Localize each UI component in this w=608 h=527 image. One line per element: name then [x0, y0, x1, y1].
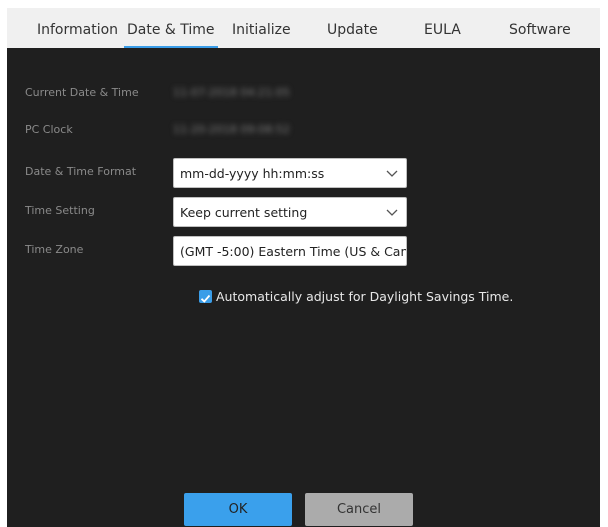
- chevron-down-icon: [386, 170, 398, 177]
- tab-date-time[interactable]: Date & Time: [124, 22, 218, 48]
- chevron-down-icon: [386, 209, 398, 216]
- current-datetime-value: 11-07-2018 04:21:05: [173, 86, 290, 99]
- settings-panel: Information Date & Time Initialize Updat…: [7, 8, 600, 527]
- tab-software[interactable]: Software: [509, 22, 571, 38]
- dst-checkbox-label[interactable]: Automatically adjust for Daylight Saving…: [216, 289, 513, 304]
- time-setting-label: Time Setting: [25, 204, 95, 217]
- datetime-format-select[interactable]: mm-dd-yyyy hh:mm:ss: [173, 158, 407, 188]
- cancel-button[interactable]: Cancel: [305, 493, 413, 526]
- time-setting-select[interactable]: Keep current setting: [173, 197, 407, 227]
- tab-bar: Information Date & Time Initialize Updat…: [7, 8, 600, 48]
- time-zone-value: (GMT -5:00) Eastern Time (US & Canada): [180, 244, 407, 259]
- tab-information[interactable]: Information: [37, 22, 118, 38]
- tab-update[interactable]: Update: [327, 22, 378, 38]
- time-zone-label: Time Zone: [25, 243, 84, 256]
- dst-checkbox[interactable]: [199, 290, 212, 303]
- checkmark-icon: [200, 294, 211, 303]
- tab-initialize[interactable]: Initialize: [232, 22, 291, 38]
- current-datetime-label: Current Date & Time: [25, 86, 139, 99]
- tab-eula[interactable]: EULA: [424, 22, 461, 38]
- datetime-format-label: Date & Time Format: [25, 165, 137, 178]
- pc-clock-label: PC Clock: [25, 123, 73, 136]
- time-setting-value: Keep current setting: [180, 205, 308, 220]
- ok-button[interactable]: OK: [184, 493, 292, 526]
- pc-clock-value: 11-20-2018 09:08:52: [173, 123, 290, 136]
- datetime-format-value: mm-dd-yyyy hh:mm:ss: [180, 166, 325, 181]
- time-zone-select[interactable]: (GMT -5:00) Eastern Time (US & Canada): [173, 236, 407, 266]
